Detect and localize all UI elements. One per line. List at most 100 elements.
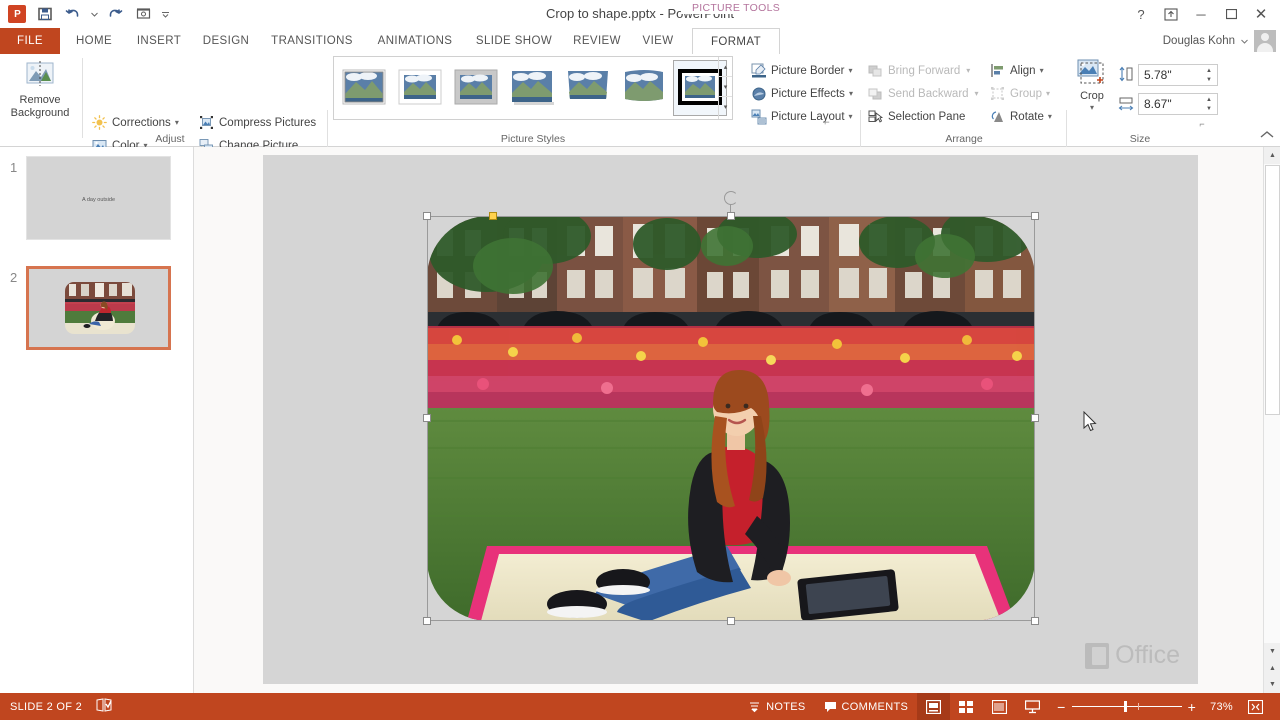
picture-style-thumb[interactable] xyxy=(562,61,614,115)
group-dropdown-caret-icon[interactable]: ▾ xyxy=(1046,89,1050,98)
tab-animations[interactable]: ANIMATIONS xyxy=(366,28,464,54)
tab-view[interactable]: VIEW xyxy=(634,28,682,54)
shape-adjustment-handle[interactable] xyxy=(489,212,497,220)
picture-styles-gallery[interactable]: ▴ ▾ ▾ xyxy=(333,56,733,120)
remove-background-button[interactable]: Remove Background xyxy=(4,60,76,120)
fit-slide-to-window-button[interactable] xyxy=(1239,693,1272,720)
picture-style-thumb[interactable] xyxy=(338,61,390,115)
picture-effects-dropdown-caret-icon[interactable]: ▾ xyxy=(849,89,853,98)
shape-height-spinner[interactable]: ▲ ▼ xyxy=(1202,66,1216,84)
picture-layout-button[interactable]: Picture Layout ▾ xyxy=(747,105,856,128)
tab-home[interactable]: HOME xyxy=(64,28,124,54)
height-decrease-button[interactable]: ▼ xyxy=(1202,75,1216,84)
picture-styles-dialog-launcher[interactable]: ⌐ xyxy=(821,116,833,128)
picture-style-thumb[interactable] xyxy=(618,61,670,115)
bring-forward-button[interactable]: Bring Forward ▾ xyxy=(864,59,973,82)
tab-transitions[interactable]: TRANSITIONS xyxy=(260,28,364,54)
selection-pane-button[interactable]: Selection Pane xyxy=(864,105,968,128)
resize-handle-middle-left[interactable] xyxy=(423,414,431,422)
reading-view-button[interactable] xyxy=(983,693,1016,720)
group-button[interactable]: Group ▾ xyxy=(986,82,1053,105)
align-dropdown-caret-icon[interactable]: ▾ xyxy=(1040,66,1044,75)
tab-design[interactable]: DESIGN xyxy=(194,28,258,54)
bring-forward-dropdown-caret-icon[interactable]: ▾ xyxy=(966,66,970,75)
rotate-button[interactable]: Rotate ▾ xyxy=(986,105,1055,128)
picture-layout-dropdown-caret-icon[interactable]: ▾ xyxy=(849,112,853,121)
user-account-area[interactable]: Douglas Kohn xyxy=(1163,30,1276,52)
picture-effects-button[interactable]: Picture Effects ▾ xyxy=(747,82,856,105)
zoom-in-button[interactable]: + xyxy=(1188,699,1196,715)
gallery-scroll-down-button[interactable]: ▾ xyxy=(719,77,732,97)
scrollbar-thumb[interactable] xyxy=(1265,165,1280,415)
corrections-dropdown-caret-icon[interactable]: ▾ xyxy=(175,118,179,127)
normal-view-button[interactable] xyxy=(917,693,951,720)
shape-height-input[interactable]: ▲▼ xyxy=(1138,64,1218,86)
zoom-slider-knob[interactable] xyxy=(1123,701,1127,712)
notes-button[interactable]: NOTES xyxy=(739,693,814,720)
zoom-out-button[interactable]: − xyxy=(1057,699,1065,715)
collapse-ribbon-button[interactable] xyxy=(1260,130,1274,143)
help-button[interactable]: ? xyxy=(1126,3,1156,25)
slides-thumbnail-pane[interactable]: 1 A day outside 2 xyxy=(0,147,194,693)
picture-style-thumb[interactable] xyxy=(506,61,558,115)
slide-thumbnail-1[interactable]: A day outside xyxy=(26,156,171,240)
resize-handle-top-left[interactable] xyxy=(423,212,431,220)
tab-insert[interactable]: INSERT xyxy=(128,28,190,54)
crop-dropdown-caret-icon[interactable]: ▾ xyxy=(1090,103,1094,112)
zoom-slider[interactable]: − + xyxy=(1049,699,1204,715)
next-slide-button[interactable]: ▼ xyxy=(1264,676,1280,693)
slide-thumbnail-2[interactable] xyxy=(26,266,171,350)
slide-sorter-view-button[interactable] xyxy=(950,693,983,720)
size-dialog-launcher[interactable]: ⌐ xyxy=(1196,118,1208,130)
slide-indicator[interactable]: SLIDE 2 OF 2 xyxy=(10,701,82,713)
picture-border-button[interactable]: Picture Border ▾ xyxy=(747,59,856,82)
height-increase-button[interactable]: ▲ xyxy=(1202,66,1216,75)
avatar[interactable] xyxy=(1254,30,1276,52)
maximize-button[interactable] xyxy=(1216,3,1246,25)
picture-style-thumb[interactable] xyxy=(450,61,502,115)
resize-handle-top-right[interactable] xyxy=(1031,212,1039,220)
shape-width-spinner[interactable]: ▲ ▼ xyxy=(1202,95,1216,113)
width-increase-button[interactable]: ▲ xyxy=(1202,95,1216,104)
slide-show-view-button[interactable] xyxy=(1016,693,1049,720)
list-item[interactable]: 1 A day outside xyxy=(0,147,194,257)
scroll-down-button[interactable]: ▼ xyxy=(1264,643,1280,660)
corrections-button[interactable]: Corrections ▾ xyxy=(88,111,182,134)
user-dropdown-caret-icon[interactable] xyxy=(1241,39,1248,44)
ribbon-display-options-button[interactable] xyxy=(1156,3,1186,25)
picture-style-thumb[interactable] xyxy=(394,61,446,115)
gallery-scroll-up-button[interactable]: ▴ xyxy=(719,57,732,77)
tab-review[interactable]: REVIEW xyxy=(564,28,630,54)
list-item[interactable]: 2 xyxy=(0,257,194,367)
language-icon[interactable] xyxy=(96,698,112,715)
shape-width-input[interactable]: ▲▼ xyxy=(1138,93,1218,115)
gallery-more-button[interactable]: ▾ xyxy=(719,97,732,117)
resize-handle-middle-right[interactable] xyxy=(1031,414,1039,422)
send-backward-dropdown-caret-icon[interactable]: ▾ xyxy=(975,89,979,98)
align-button[interactable]: Align ▾ xyxy=(986,59,1047,82)
status-left: SLIDE 2 OF 2 xyxy=(10,698,112,715)
vertical-scrollbar[interactable]: ▲ ▼ ▲ ▼ xyxy=(1263,147,1280,693)
picture-border-dropdown-caret-icon[interactable]: ▾ xyxy=(849,66,853,75)
close-button[interactable]: ✕ xyxy=(1246,3,1276,25)
scroll-up-button[interactable]: ▲ xyxy=(1264,147,1280,164)
rotation-handle[interactable] xyxy=(724,191,738,205)
tab-slide-show[interactable]: SLIDE SHOW xyxy=(466,28,562,54)
resize-handle-bottom-center[interactable] xyxy=(727,617,735,625)
comments-button[interactable]: COMMENTS xyxy=(815,693,918,720)
zoom-track[interactable] xyxy=(1071,701,1182,712)
rotate-dropdown-caret-icon[interactable]: ▾ xyxy=(1048,112,1052,121)
compress-pictures-button[interactable]: Compress Pictures xyxy=(195,111,319,134)
width-decrease-button[interactable]: ▼ xyxy=(1202,104,1216,113)
selected-picture[interactable] xyxy=(427,216,1035,621)
send-backward-button[interactable]: Send Backward ▾ xyxy=(864,82,982,105)
resize-handle-bottom-right[interactable] xyxy=(1031,617,1039,625)
previous-slide-button[interactable]: ▲ xyxy=(1264,660,1280,677)
resize-handle-top-center[interactable] xyxy=(727,212,735,220)
tab-format[interactable]: FORMAT xyxy=(692,28,780,54)
tab-file[interactable]: FILE xyxy=(0,28,60,54)
zoom-level-label[interactable]: 73% xyxy=(1204,701,1239,713)
resize-handle-bottom-left[interactable] xyxy=(423,617,431,625)
minimize-button[interactable]: ─ xyxy=(1186,3,1216,25)
crop-button[interactable]: Crop ▾ xyxy=(1070,58,1114,112)
